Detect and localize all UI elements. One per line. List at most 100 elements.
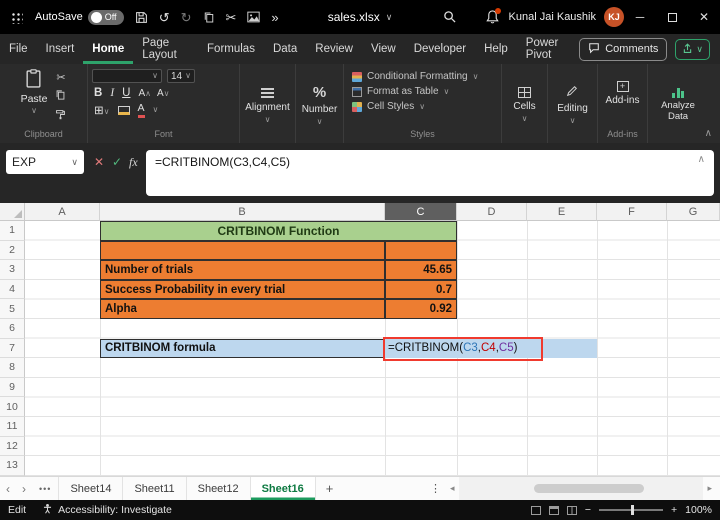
menu-tab-power-pivot[interactable]: Power Pivot [517, 34, 579, 64]
sheet-tab-sheet14[interactable]: Sheet14 [58, 477, 123, 500]
undo-icon[interactable]: ↺ [159, 11, 170, 24]
menu-tab-view[interactable]: View [362, 34, 405, 64]
analyze-data-button[interactable]: Analyze Data [655, 88, 701, 123]
autosave-switch[interactable]: Off [88, 10, 124, 25]
scroll-right-arrow[interactable]: ▸ [703, 483, 716, 494]
insert-function-button[interactable]: fx [129, 156, 138, 168]
new-sheet-button[interactable]: + [316, 481, 344, 496]
scroll-left-arrow[interactable]: ◂ [446, 483, 459, 494]
sheet-tab-sheet12[interactable]: Sheet12 [187, 477, 251, 500]
enter-entry-button[interactable]: ✓ [112, 156, 122, 168]
row-header[interactable]: 8 [0, 358, 25, 378]
horizontal-scrollbar[interactable]: ◂ ▸ [446, 477, 716, 500]
row-header[interactable]: 9 [0, 378, 25, 398]
cut-button[interactable]: ✂ [56, 71, 65, 84]
search-icon[interactable] [443, 10, 456, 23]
minimize-button[interactable]: ─ [624, 0, 656, 34]
cell-b1-title[interactable]: CRITBINOM Function [100, 221, 457, 241]
all-sheets-button[interactable]: ••• [32, 484, 58, 494]
menu-tab-page-layout[interactable]: Page Layout [133, 34, 198, 64]
cell-b7-label[interactable]: CRITBINOM formula [100, 339, 385, 359]
menu-tab-developer[interactable]: Developer [405, 34, 475, 64]
cells-button[interactable]: Cells ∨ [513, 87, 535, 123]
zoom-level[interactable]: 100% [685, 504, 712, 516]
menu-tab-help[interactable]: Help [475, 34, 517, 64]
select-all-corner[interactable] [0, 203, 25, 221]
cell-c3-value[interactable]: 45.65 [385, 260, 457, 280]
worksheet-grid[interactable]: A B C D E F G 1 2 3 4 5 6 7 8 9 10 11 12… [0, 203, 720, 476]
row-header[interactable]: 11 [0, 417, 25, 437]
sheet-options-kebab-icon[interactable]: ⋮ [430, 482, 441, 495]
menu-tab-data[interactable]: Data [264, 34, 306, 64]
menu-tab-insert[interactable]: Insert [37, 34, 84, 64]
cell-b5-label[interactable]: Alpha [100, 299, 385, 319]
scrollbar-track[interactable] [459, 477, 704, 500]
cell-c2[interactable] [385, 241, 457, 261]
borders-button[interactable]: ⊞∨ [94, 103, 110, 117]
cell-b2[interactable] [100, 241, 385, 261]
row-header[interactable]: 13 [0, 456, 25, 476]
cell-b3-label[interactable]: Number of trials [100, 260, 385, 280]
notifications-bell-icon[interactable] [486, 10, 499, 24]
page-layout-view-icon[interactable] [549, 506, 559, 515]
row-header[interactable]: 7 [0, 339, 25, 359]
zoom-out-button[interactable]: − [585, 504, 591, 516]
redo-icon[interactable]: ↻ [181, 11, 192, 24]
quick-access-more-icon[interactable]: » [271, 11, 278, 24]
share-button[interactable]: ∨ [675, 39, 710, 60]
font-color-button[interactable]: A [138, 103, 145, 118]
conditional-formatting-button[interactable]: Conditional Formatting ∨ [348, 69, 478, 84]
row-header[interactable]: 2 [0, 241, 25, 261]
font-name-dropdown[interactable]: ∨ [92, 69, 162, 83]
cell-c4-value[interactable]: 0.7 [385, 280, 457, 300]
menu-tab-review[interactable]: Review [306, 34, 362, 64]
fill-color-button[interactable] [118, 106, 130, 115]
avatar[interactable]: KJ [604, 7, 624, 27]
addins-button[interactable]: + Add-ins [606, 81, 640, 106]
cell-styles-button[interactable]: Cell Styles ∨ [348, 99, 425, 114]
user-name[interactable]: Kunal Jai Kaushik [509, 11, 596, 23]
row-header[interactable]: 5 [0, 299, 25, 319]
close-button[interactable]: ✕ [688, 0, 720, 34]
cut-icon[interactable]: ✂ [226, 11, 237, 24]
format-painter-button[interactable] [55, 109, 66, 123]
maximize-button[interactable] [656, 0, 688, 34]
row-header[interactable]: 12 [0, 437, 25, 457]
alignment-button[interactable]: Alignment ∨ [245, 86, 289, 124]
font-size-dropdown[interactable]: 14 ∨ [167, 69, 195, 83]
next-sheet-arrow[interactable]: › [16, 482, 32, 496]
menu-tab-file[interactable]: File [0, 34, 37, 64]
column-header-b[interactable]: B [100, 203, 385, 221]
paste-button[interactable]: Paste ∨ [21, 69, 48, 123]
image-icon[interactable] [247, 11, 260, 23]
column-header-c[interactable]: C [385, 203, 457, 221]
cell-c5-value[interactable]: 0.92 [385, 299, 457, 319]
column-header-f[interactable]: F [597, 203, 667, 221]
increase-font-button[interactable]: A∧ [138, 88, 151, 99]
scrollbar-thumb[interactable] [534, 484, 644, 493]
zoom-slider[interactable] [599, 509, 663, 511]
menu-tab-formulas[interactable]: Formulas [198, 34, 264, 64]
menu-tab-home[interactable]: Home [83, 34, 133, 64]
copy-button[interactable] [55, 89, 66, 104]
column-header-d[interactable]: D [457, 203, 527, 221]
number-button[interactable]: % Number ∨ [302, 84, 338, 126]
column-header-g[interactable]: G [667, 203, 720, 221]
column-header-e[interactable]: E [527, 203, 597, 221]
sheet-tab-sheet11[interactable]: Sheet11 [123, 477, 186, 500]
row-header[interactable]: 4 [0, 280, 25, 300]
sheet-tab-sheet16[interactable]: Sheet16 [251, 477, 316, 500]
underline-button[interactable]: U [122, 87, 130, 99]
accessibility-status[interactable]: Accessibility: Investigate [42, 503, 172, 517]
page-break-view-icon[interactable] [567, 506, 577, 515]
zoom-slider-thumb[interactable] [631, 505, 634, 515]
bold-button[interactable]: B [94, 87, 102, 99]
row-header[interactable]: 1 [0, 221, 25, 241]
prev-sheet-arrow[interactable]: ‹ [0, 482, 16, 496]
zoom-in-button[interactable]: + [671, 504, 677, 516]
save-icon[interactable] [135, 11, 148, 24]
cell-b4-label[interactable]: Success Probability in every trial [100, 280, 385, 300]
document-title[interactable]: sales.xlsx ∨ [328, 0, 393, 34]
editing-button[interactable]: Editing ∨ [557, 85, 588, 125]
collapse-formula-bar-icon[interactable]: ∧ [698, 154, 705, 165]
